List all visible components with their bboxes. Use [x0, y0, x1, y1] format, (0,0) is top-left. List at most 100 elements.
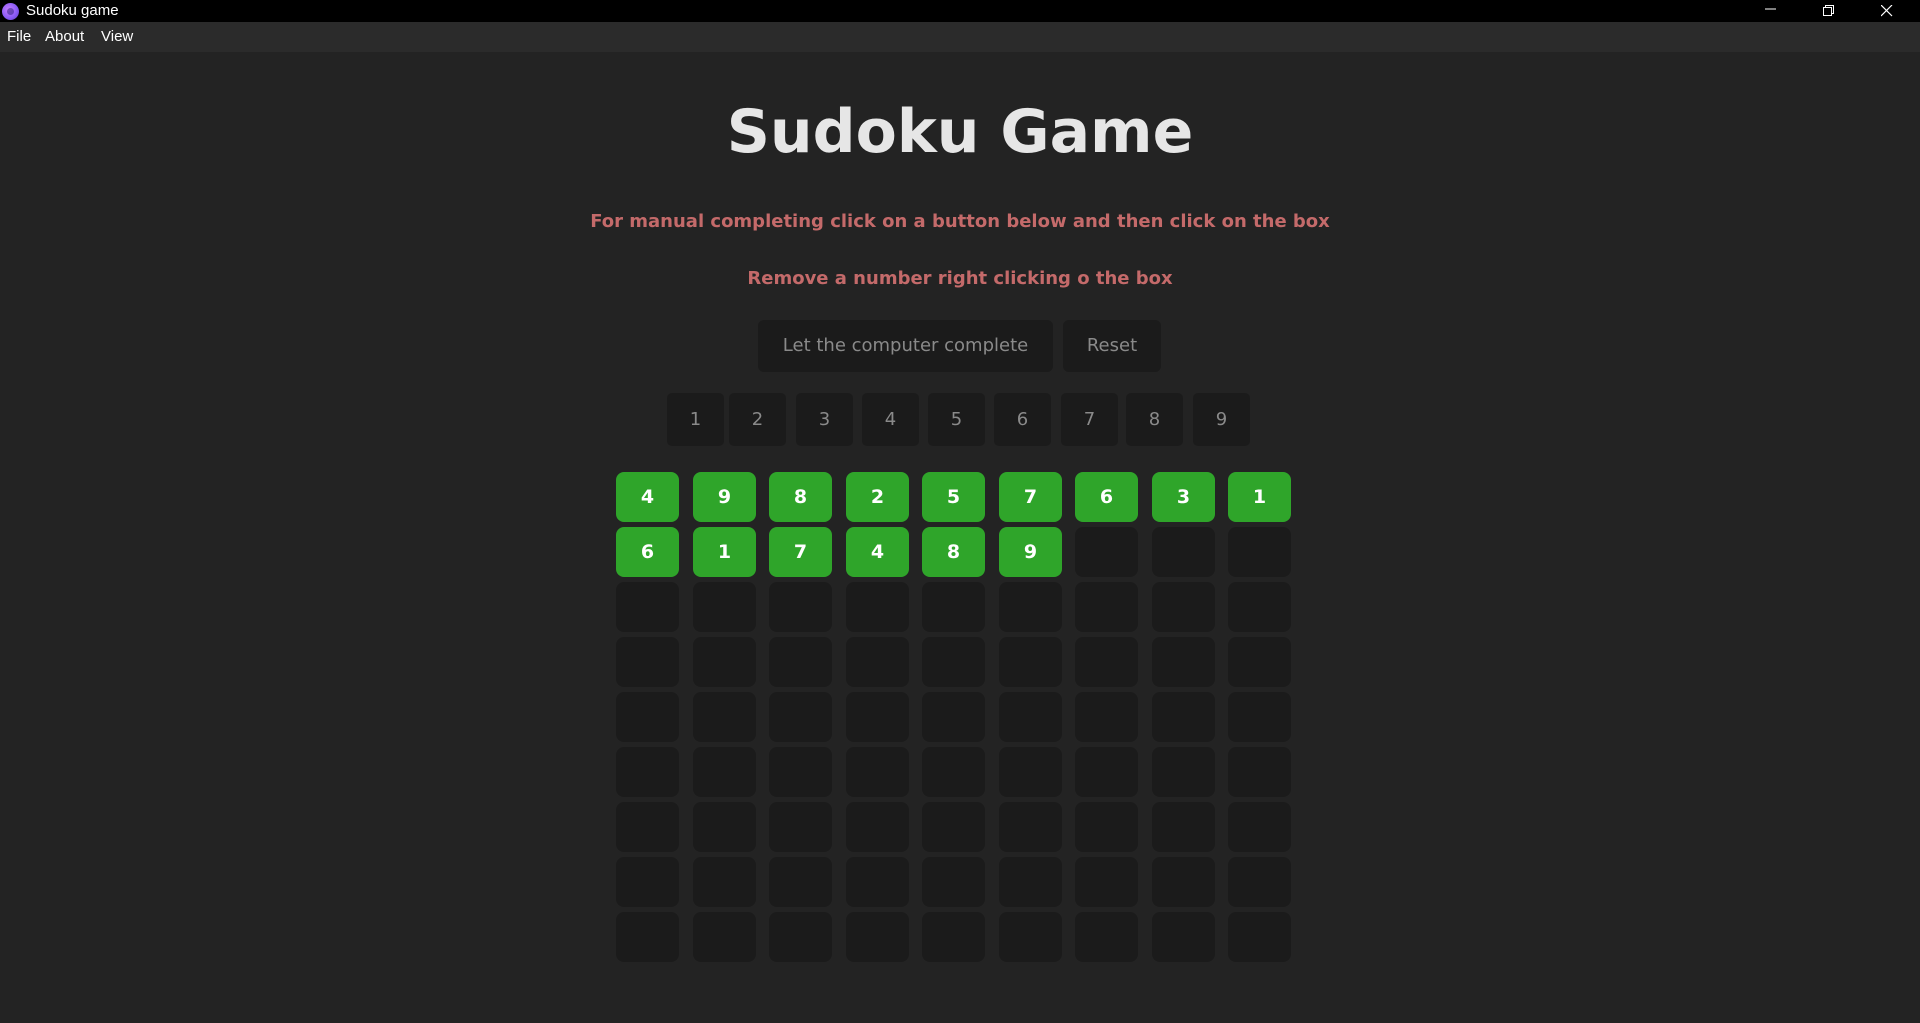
grid-cell[interactable]	[1075, 637, 1138, 687]
grid-cell[interactable]: 4	[846, 527, 909, 577]
menu-about[interactable]: About	[45, 28, 84, 46]
grid-cell[interactable]	[769, 637, 832, 687]
grid-cell[interactable]	[1152, 582, 1215, 632]
computer-complete-button[interactable]: Let the computer complete	[758, 320, 1053, 372]
restore-button[interactable]	[1800, 0, 1858, 22]
number-button-1[interactable]: 1	[667, 393, 724, 446]
grid-cell[interactable]	[1152, 527, 1215, 577]
grid-cell[interactable]	[693, 747, 756, 797]
number-button-5[interactable]: 5	[928, 393, 985, 446]
grid-cell[interactable]	[1075, 802, 1138, 852]
grid-cell[interactable]	[1228, 802, 1291, 852]
grid-cell[interactable]	[1075, 527, 1138, 577]
grid-cell[interactable]: 4	[616, 472, 679, 522]
grid-cell[interactable]	[616, 637, 679, 687]
grid-cell[interactable]	[1228, 582, 1291, 632]
app-icon	[2, 3, 19, 20]
grid-cell[interactable]	[693, 692, 756, 742]
instruction-remove: Remove a number right clicking o the box	[747, 268, 1173, 289]
grid-cell[interactable]	[846, 912, 909, 962]
grid-cell[interactable]	[1075, 912, 1138, 962]
grid-cell[interactable]	[1152, 637, 1215, 687]
grid-cell[interactable]	[999, 582, 1062, 632]
grid-cell[interactable]	[769, 582, 832, 632]
reset-button[interactable]: Reset	[1063, 320, 1161, 372]
grid-cell[interactable]	[693, 802, 756, 852]
grid-cell[interactable]	[922, 637, 985, 687]
grid-cell[interactable]	[616, 912, 679, 962]
grid-cell[interactable]: 7	[769, 527, 832, 577]
grid-cell[interactable]: 1	[693, 527, 756, 577]
grid-cell[interactable]	[1075, 857, 1138, 907]
grid-cell[interactable]	[922, 802, 985, 852]
number-button-6[interactable]: 6	[994, 393, 1051, 446]
grid-cell[interactable]: 9	[693, 472, 756, 522]
grid-cell[interactable]	[999, 637, 1062, 687]
grid-cell[interactable]	[616, 802, 679, 852]
grid-cell[interactable]	[1228, 857, 1291, 907]
grid-cell[interactable]	[846, 802, 909, 852]
grid-cell[interactable]	[922, 582, 985, 632]
grid-cell[interactable]	[1228, 747, 1291, 797]
grid-cell[interactable]	[769, 912, 832, 962]
grid-cell[interactable]	[616, 692, 679, 742]
minimize-button[interactable]	[1742, 0, 1800, 22]
grid-cell[interactable]: 2	[846, 472, 909, 522]
grid-cell[interactable]	[769, 857, 832, 907]
grid-cell[interactable]	[769, 747, 832, 797]
grid-cell[interactable]	[693, 912, 756, 962]
grid-cell[interactable]	[1152, 912, 1215, 962]
grid-cell[interactable]	[846, 692, 909, 742]
grid-cell[interactable]	[693, 582, 756, 632]
grid-cell[interactable]	[769, 692, 832, 742]
grid-cell[interactable]: 5	[922, 472, 985, 522]
grid-cell[interactable]: 9	[999, 527, 1062, 577]
grid-cell[interactable]	[846, 637, 909, 687]
grid-cell[interactable]	[616, 747, 679, 797]
grid-cell[interactable]	[1152, 802, 1215, 852]
grid-cell[interactable]	[922, 692, 985, 742]
grid-cell[interactable]	[1152, 857, 1215, 907]
number-button-7[interactable]: 7	[1061, 393, 1118, 446]
grid-cell[interactable]	[999, 857, 1062, 907]
menu-view[interactable]: View	[101, 28, 133, 46]
grid-cell[interactable]: 3	[1152, 472, 1215, 522]
grid-cell[interactable]	[922, 747, 985, 797]
grid-cell[interactable]: 8	[922, 527, 985, 577]
grid-cell[interactable]	[769, 802, 832, 852]
grid-cell[interactable]	[1228, 692, 1291, 742]
grid-cell[interactable]	[846, 582, 909, 632]
grid-cell[interactable]	[1075, 747, 1138, 797]
grid-cell[interactable]	[1228, 527, 1291, 577]
grid-cell[interactable]	[1152, 747, 1215, 797]
grid-cell[interactable]	[922, 912, 985, 962]
number-button-9[interactable]: 9	[1193, 393, 1250, 446]
grid-cell[interactable]	[846, 857, 909, 907]
grid-cell[interactable]: 8	[769, 472, 832, 522]
grid-cell[interactable]	[1075, 692, 1138, 742]
grid-cell[interactable]: 6	[616, 527, 679, 577]
grid-cell[interactable]	[999, 802, 1062, 852]
grid-cell[interactable]	[1228, 637, 1291, 687]
grid-cell[interactable]: 6	[1075, 472, 1138, 522]
number-button-4[interactable]: 4	[862, 393, 919, 446]
grid-cell[interactable]: 1	[1228, 472, 1291, 522]
menu-file[interactable]: File	[7, 28, 31, 46]
grid-cell[interactable]	[616, 582, 679, 632]
grid-cell[interactable]	[999, 747, 1062, 797]
grid-cell[interactable]	[616, 857, 679, 907]
grid-cell[interactable]	[999, 692, 1062, 742]
grid-cell[interactable]	[693, 637, 756, 687]
number-button-8[interactable]: 8	[1126, 393, 1183, 446]
grid-cell[interactable]	[846, 747, 909, 797]
number-button-3[interactable]: 3	[796, 393, 853, 446]
grid-cell[interactable]	[999, 912, 1062, 962]
grid-cell[interactable]	[693, 857, 756, 907]
close-button[interactable]	[1858, 0, 1916, 22]
grid-cell[interactable]	[922, 857, 985, 907]
number-button-2[interactable]: 2	[729, 393, 786, 446]
grid-cell[interactable]: 7	[999, 472, 1062, 522]
grid-cell[interactable]	[1228, 912, 1291, 962]
grid-cell[interactable]	[1075, 582, 1138, 632]
grid-cell[interactable]	[1152, 692, 1215, 742]
